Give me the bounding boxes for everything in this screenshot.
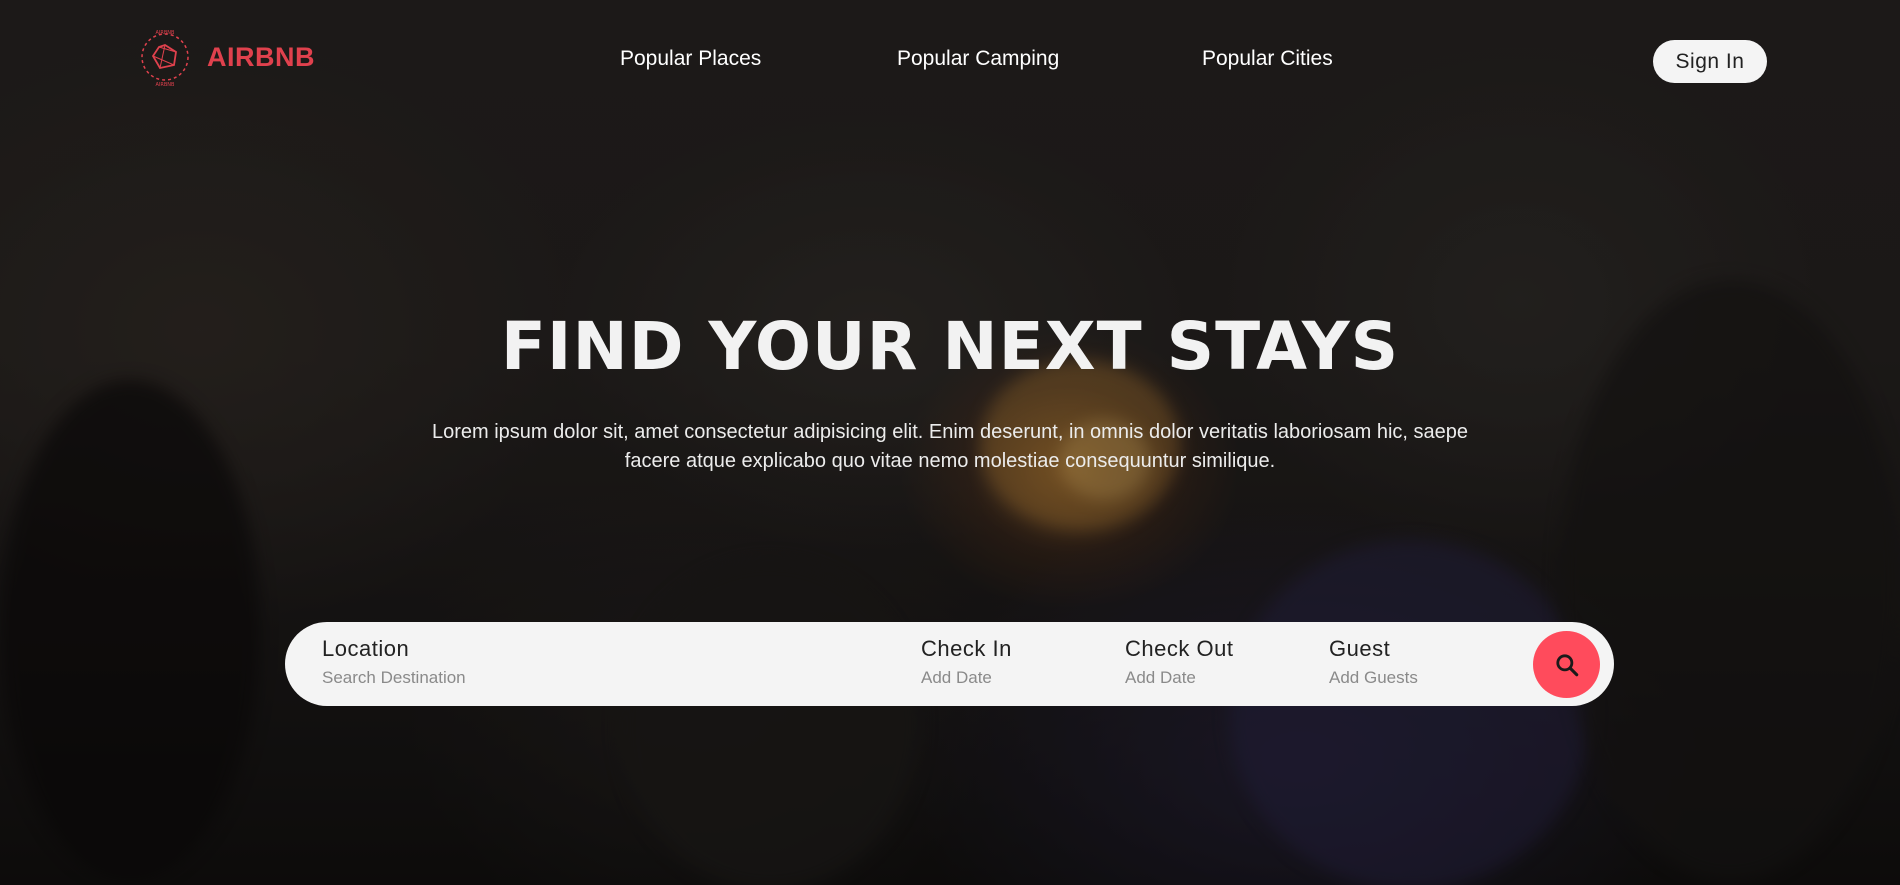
check-out-field[interactable]: Check Out Add Date (1125, 636, 1233, 688)
location-field[interactable]: Location Search Destination (322, 636, 842, 688)
search-button[interactable] (1533, 631, 1600, 698)
location-placeholder: Search Destination (322, 668, 466, 687)
location-label: Location (322, 636, 410, 661)
search-icon (1555, 653, 1578, 676)
check-in-field[interactable]: Check In Add Date (921, 636, 1012, 688)
hero-subtext: Lorem ipsum dolor sit, amet consectetur … (431, 421, 1469, 472)
check-out-label: Check Out (1125, 636, 1234, 661)
guest-label: Guest (1329, 636, 1391, 661)
ring-text-bottom: AIRBNB (156, 82, 176, 88)
nav-link-popular-camping[interactable]: Popular Camping (897, 47, 1059, 71)
guest-field[interactable]: Guest Add Guests (1329, 636, 1418, 688)
search-bar: Location Search Destination Check In Add… (285, 622, 1614, 706)
hero-headline: FIND YOUR NEXT STAYS (500, 308, 1400, 385)
nav-link-popular-places[interactable]: Popular Places (620, 47, 761, 71)
sign-in-button[interactable]: Sign In (1653, 40, 1767, 83)
guest-placeholder: Add Guests (1329, 668, 1418, 687)
check-in-label: Check In (921, 636, 1012, 661)
check-in-placeholder: Add Date (921, 668, 992, 687)
nav-links: Popular Places Popular Camping Popular C… (0, 47, 1900, 77)
nav-link-popular-cities[interactable]: Popular Cities (1202, 47, 1333, 71)
check-out-placeholder: Add Date (1125, 668, 1196, 687)
ring-text-top: AIRBNB (156, 30, 176, 36)
top-navigation: AIRBNB AIRBNB AIRBNB Popular Places Popu… (0, 0, 1900, 120)
